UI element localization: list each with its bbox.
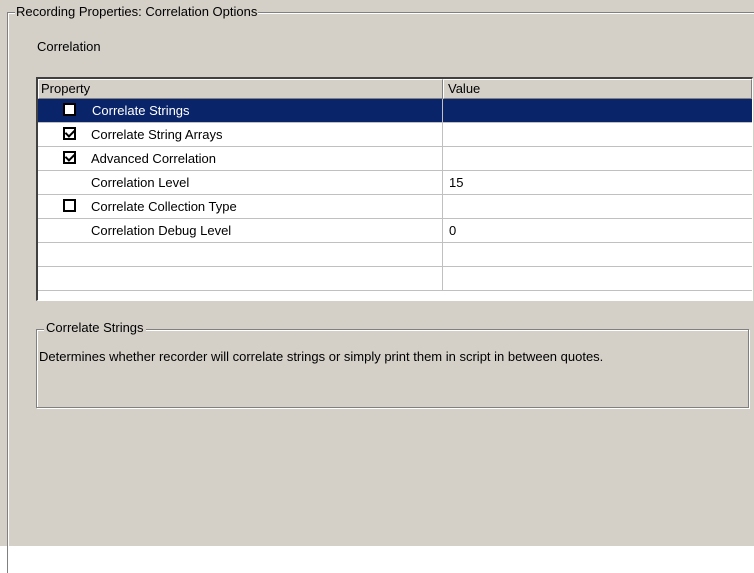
property-label: Correlate Strings <box>92 103 190 118</box>
description-groupbox <box>36 329 749 408</box>
table-row[interactable]: Advanced Correlation <box>38 147 752 171</box>
property-cell[interactable]: Correlate Strings <box>38 99 443 122</box>
property-label: Correlate String Arrays <box>91 127 223 142</box>
property-cell[interactable]: Correlation Debug Level <box>38 219 443 242</box>
table-row[interactable]: Correlate Collection Type <box>38 195 752 219</box>
section-label: Correlation <box>37 39 101 54</box>
grid-header: Property Value <box>38 79 752 99</box>
property-value: 15 <box>449 175 464 190</box>
value-cell[interactable] <box>443 243 752 266</box>
grid-rows: Correlate Strings Correlate String Arrays… <box>38 99 752 291</box>
description-title: Correlate Strings <box>44 320 146 336</box>
correlation-options-panel: Recording Properties: Correlation Option… <box>0 0 754 573</box>
property-grid[interactable]: Property Value Correlate Strings Correlat… <box>36 77 753 301</box>
value-cell[interactable] <box>443 123 752 146</box>
property-cell[interactable] <box>38 243 443 266</box>
table-row[interactable] <box>38 243 752 267</box>
table-row[interactable]: Correlation Debug Level 0 <box>38 219 752 243</box>
description-text: Determines whether recorder will correla… <box>39 349 604 364</box>
column-header-value[interactable]: Value <box>443 79 752 99</box>
property-cell[interactable]: Correlate Collection Type <box>38 195 443 218</box>
checkbox[interactable] <box>63 127 76 140</box>
property-label: Correlation Level <box>91 175 190 190</box>
checkbox[interactable] <box>63 103 76 116</box>
table-row[interactable]: Correlation Level 15 <box>38 171 752 195</box>
value-cell[interactable] <box>443 147 752 170</box>
checkbox[interactable] <box>63 199 76 212</box>
value-cell[interactable] <box>443 267 752 290</box>
groupbox-title: Recording Properties: Correlation Option… <box>15 4 259 20</box>
property-label: Advanced Correlation <box>91 151 217 166</box>
column-header-property[interactable]: Property <box>38 79 443 99</box>
property-cell[interactable] <box>38 267 443 290</box>
property-label: Correlation Debug Level <box>91 223 232 238</box>
value-cell[interactable]: 15 <box>443 171 752 194</box>
table-row[interactable]: Correlate Strings <box>38 99 752 123</box>
property-cell[interactable]: Advanced Correlation <box>38 147 443 170</box>
value-cell[interactable] <box>443 99 752 122</box>
property-cell[interactable]: Correlate String Arrays <box>38 123 443 146</box>
property-cell[interactable]: Correlation Level <box>38 171 443 194</box>
table-row[interactable] <box>38 267 752 291</box>
table-row[interactable]: Correlate String Arrays <box>38 123 752 147</box>
property-value: 0 <box>449 223 457 238</box>
value-cell[interactable]: 0 <box>443 219 752 242</box>
checkbox[interactable] <box>63 151 76 164</box>
value-cell[interactable] <box>443 195 752 218</box>
property-label: Correlate Collection Type <box>91 199 237 214</box>
